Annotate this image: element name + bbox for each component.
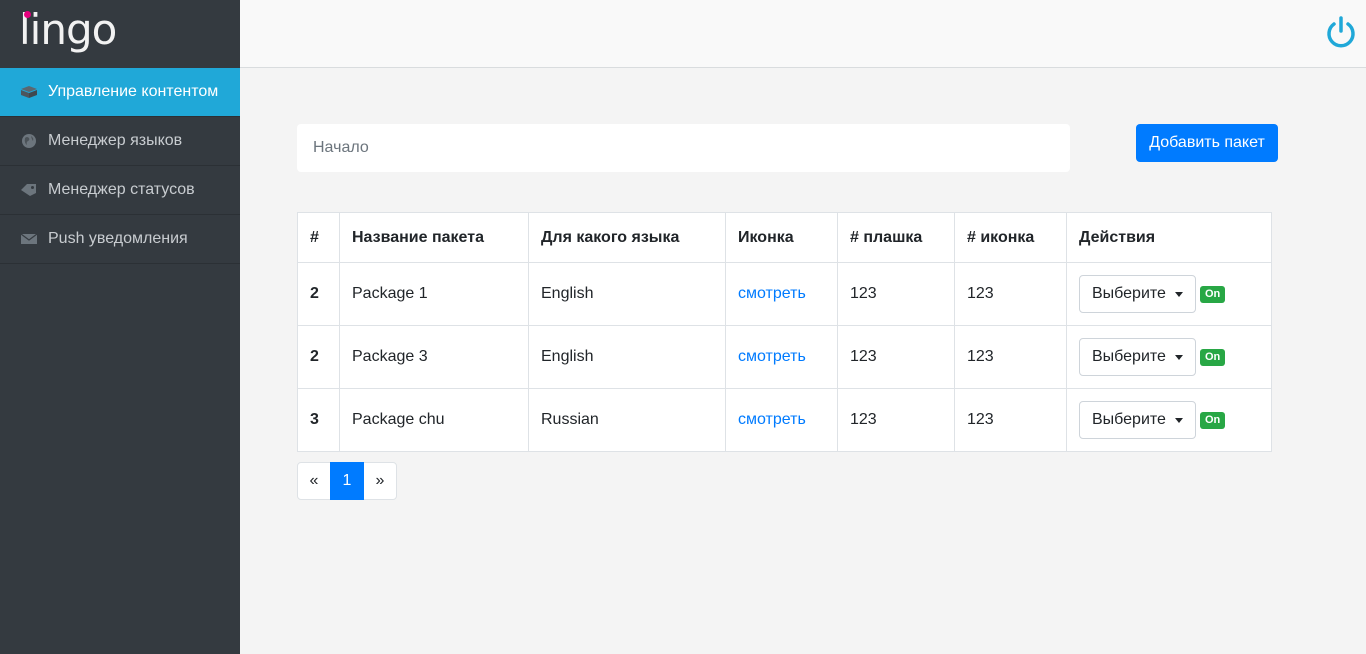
cell-id: 2	[297, 262, 340, 326]
cell-icon: смотреть	[725, 325, 838, 389]
logo[interactable]: lingo	[0, 0, 240, 68]
action-dropdown-label: Выберите	[1092, 411, 1166, 428]
logo-dot	[24, 11, 31, 18]
cell-actions: Выберите On	[1066, 388, 1272, 452]
tags-icon	[20, 183, 38, 197]
sidebar-item-label: Менеджер языков	[48, 132, 183, 149]
search-input[interactable]	[297, 124, 1070, 172]
sidebar-item-statuses[interactable]: Менеджер статусов	[0, 166, 240, 215]
status-badge[interactable]: On	[1199, 411, 1226, 429]
cell-plate: 123	[837, 262, 955, 326]
caret-down-icon	[1174, 354, 1183, 360]
power-icon[interactable]	[1324, 16, 1358, 50]
envelope-icon	[20, 232, 38, 246]
caret-down-icon	[1174, 417, 1183, 423]
cell-language: Russian	[528, 388, 726, 452]
pagination: « 1 »	[297, 462, 397, 500]
cell-icon-num: 123	[954, 262, 1067, 326]
column-header-name: Название пакета	[339, 212, 529, 263]
add-package-button[interactable]: Добавить пакет	[1136, 124, 1278, 162]
action-dropdown[interactable]: Выберите	[1079, 338, 1196, 376]
cell-plate: 123	[837, 325, 955, 389]
cell-plate: 123	[837, 388, 955, 452]
sidebar-item-label: Менеджер статусов	[48, 181, 195, 198]
status-badge[interactable]: On	[1199, 285, 1226, 303]
logo-text: lingo	[19, 5, 117, 54]
column-header-actions: Действия	[1066, 212, 1272, 263]
view-icon-link[interactable]: смотреть	[738, 348, 806, 365]
column-header-language: Для какого языка	[528, 212, 726, 263]
sidebar-item-label: Управление контентом	[48, 83, 219, 100]
table-row: 2 Package 1 English смотреть 123 123 Выб…	[297, 262, 1272, 326]
table-row: 2 Package 3 English смотреть 123 123 Выб…	[297, 325, 1272, 389]
pagination-next[interactable]: »	[363, 462, 397, 500]
sidebar-item-push[interactable]: Push уведомления	[0, 215, 240, 264]
pagination-prev[interactable]: «	[297, 462, 331, 500]
table-row: 3 Package chu Russian смотреть 123 123 В…	[297, 388, 1272, 452]
topbar	[240, 0, 1366, 68]
column-header-id: #	[297, 212, 340, 263]
view-icon-link[interactable]: смотреть	[738, 285, 806, 302]
cell-name: Package chu	[339, 388, 529, 452]
action-dropdown[interactable]: Выберите	[1079, 401, 1196, 439]
cell-id: 3	[297, 388, 340, 452]
view-icon-link[interactable]: смотреть	[738, 411, 806, 428]
cell-icon-num: 123	[954, 325, 1067, 389]
pagination-page-current[interactable]: 1	[330, 462, 364, 500]
sidebar-nav: Управление контентом Менеджер языков Мен…	[0, 68, 240, 264]
column-header-icon: Иконка	[725, 212, 838, 263]
sidebar: lingo Управление контентом Менеджер язык…	[0, 0, 240, 654]
column-header-plate: # плашка	[837, 212, 955, 263]
cell-id: 2	[297, 325, 340, 389]
sidebar-item-label: Push уведомления	[48, 230, 188, 247]
sidebar-item-content[interactable]: Управление контентом	[0, 68, 240, 117]
status-badge[interactable]: On	[1199, 348, 1226, 366]
box-icon	[20, 85, 38, 99]
cell-actions: Выберите On	[1066, 325, 1272, 389]
sidebar-item-languages[interactable]: Менеджер языков	[0, 117, 240, 166]
action-dropdown-label: Выберите	[1092, 285, 1166, 302]
cell-language: English	[528, 325, 726, 389]
cell-name: Package 1	[339, 262, 529, 326]
cell-icon-num: 123	[954, 388, 1067, 452]
caret-down-icon	[1174, 291, 1183, 297]
cell-icon: смотреть	[725, 388, 838, 452]
cell-language: English	[528, 262, 726, 326]
packages-table: # Название пакета Для какого языка Иконк…	[297, 212, 1272, 452]
globe-icon	[20, 134, 38, 148]
action-dropdown[interactable]: Выберите	[1079, 275, 1196, 313]
table-header-row: # Название пакета Для какого языка Иконк…	[297, 212, 1272, 263]
cell-actions: Выберите On	[1066, 262, 1272, 326]
action-dropdown-label: Выберите	[1092, 348, 1166, 365]
cell-icon: смотреть	[725, 262, 838, 326]
cell-name: Package 3	[339, 325, 529, 389]
column-header-icon-num: # иконка	[954, 212, 1067, 263]
